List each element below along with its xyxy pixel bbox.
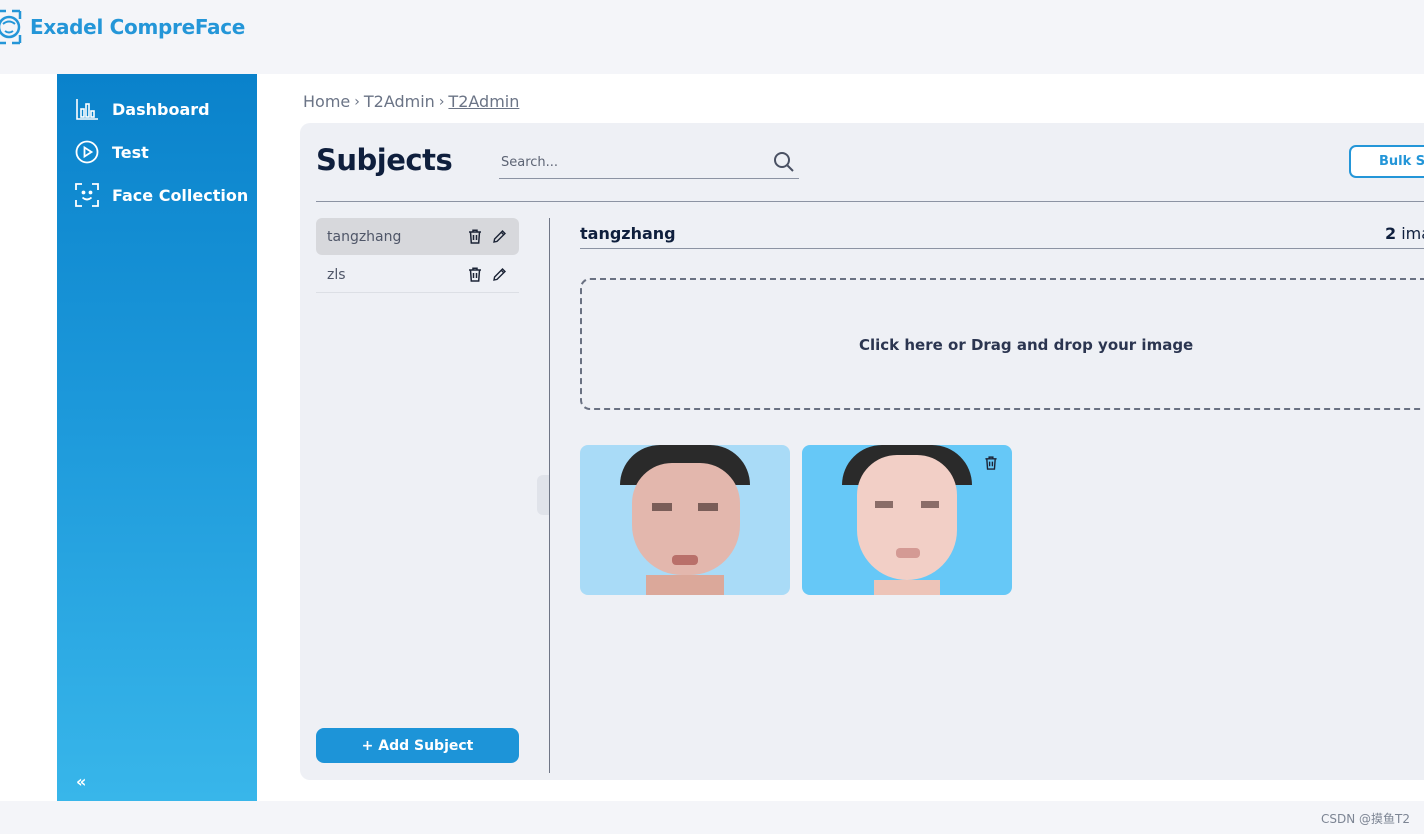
top-bar: Exadel CompreFace — [0, 0, 1424, 74]
neck-shape — [646, 575, 724, 595]
search-bar — [499, 145, 799, 179]
bar-chart-icon — [74, 96, 100, 122]
sidebar-item-label: Test — [112, 142, 149, 162]
trash-icon[interactable] — [467, 229, 483, 245]
face-scan-icon — [74, 182, 100, 208]
eye-shape — [875, 501, 893, 508]
pencil-icon[interactable] — [491, 229, 507, 245]
subject-actions — [459, 229, 507, 245]
breadcrumb-home[interactable]: Home — [303, 92, 350, 111]
add-subject-button[interactable]: + Add Subject — [316, 728, 519, 763]
list-divider — [316, 292, 519, 293]
sidebar: Dashboard Test Face Collection « — [57, 74, 257, 801]
app-title: Exadel CompreFace — [30, 15, 246, 39]
face-shape — [857, 455, 957, 580]
search-icon[interactable] — [773, 151, 795, 177]
sidebar-item-label: Dashboard — [112, 99, 210, 119]
watermark: CSDN @摸鱼T2 — [1321, 812, 1410, 826]
subject-name: tangzhang — [327, 228, 402, 245]
eye-shape — [652, 503, 672, 511]
selected-subject-name: tangzhang — [580, 224, 676, 243]
neck-shape — [874, 580, 940, 595]
eye-shape — [698, 503, 718, 511]
image-count-label: ima — [1401, 224, 1424, 243]
collapse-sidebar-button[interactable]: « — [76, 772, 86, 791]
subject-name: zls — [327, 266, 346, 283]
vertical-divider — [549, 218, 550, 773]
pencil-icon[interactable] — [491, 267, 507, 283]
mouth-shape — [896, 548, 920, 558]
image-count-value: 2 — [1385, 224, 1397, 243]
trash-icon[interactable] — [467, 267, 483, 283]
sidebar-item-dashboard[interactable]: Dashboard — [74, 94, 210, 124]
page-title: Subjects — [316, 143, 453, 177]
delete-image-icon[interactable] — [984, 455, 998, 470]
face-image-1[interactable] — [580, 445, 790, 595]
app-logo[interactable]: Exadel CompreFace — [0, 7, 245, 47]
sidebar-item-label: Face Collection — [112, 185, 249, 205]
detail-divider — [580, 248, 1424, 249]
sidebar-item-face-collection[interactable]: Face Collection — [74, 180, 248, 210]
breadcrumb-separator: › — [354, 93, 360, 110]
logo-icon — [0, 9, 22, 45]
eye-shape — [921, 501, 939, 508]
header-divider — [316, 201, 1424, 202]
image-dropzone[interactable]: Click here or Drag and drop your image — [580, 278, 1424, 410]
subject-actions — [459, 267, 507, 283]
dropzone-text: Click here or Drag and drop your image — [859, 336, 1194, 354]
mouth-shape — [672, 555, 698, 565]
face-image-2[interactable] — [802, 445, 1012, 595]
breadcrumb-application[interactable]: T2Admin — [364, 92, 435, 111]
image-count: 2 ima — [1385, 224, 1424, 243]
breadcrumb-separator: › — [438, 93, 445, 110]
subjects-panel: Subjects Bulk Se tangzhang zls — [300, 123, 1424, 780]
bulk-button[interactable]: Bulk Se — [1349, 145, 1424, 178]
play-circle-icon — [74, 139, 100, 165]
search-input[interactable] — [499, 151, 763, 173]
breadcrumb: Home › T2Admin › T2Admin — [303, 92, 519, 111]
breadcrumb-current[interactable]: T2Admin — [448, 92, 519, 111]
panel-toggle-handle[interactable] — [537, 475, 549, 515]
subject-item-tangzhang[interactable]: tangzhang — [316, 218, 519, 255]
sidebar-item-test[interactable]: Test — [74, 137, 149, 167]
subject-item-zls[interactable]: zls — [316, 256, 519, 293]
